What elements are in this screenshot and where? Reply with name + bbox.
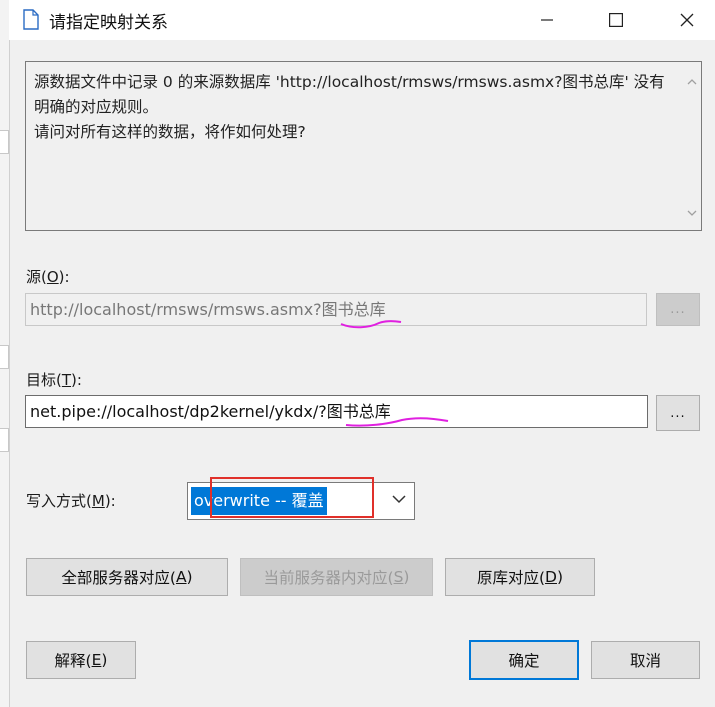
chevron-down-icon[interactable] bbox=[392, 495, 406, 504]
message-scrollbar[interactable] bbox=[683, 62, 701, 230]
cancel-button[interactable]: 取消 bbox=[591, 641, 700, 679]
message-text: 源数据文件中记录 0 的来源数据库 'http://localhost/rmsw… bbox=[34, 73, 665, 141]
minimize-button[interactable] bbox=[519, 0, 574, 40]
write-mode-label: 写入方式(M): bbox=[26, 492, 116, 510]
title-bar[interactable]: 请指定映射关系 bbox=[9, 0, 715, 40]
target-browse-button[interactable]: ... bbox=[656, 395, 700, 431]
original-db-button[interactable]: 原库对应(D) bbox=[445, 558, 595, 596]
document-icon bbox=[23, 9, 39, 30]
annotation-highlight-box bbox=[210, 477, 374, 518]
explain-button[interactable]: 解释(E) bbox=[26, 641, 136, 679]
all-servers-button[interactable]: 全部服务器对应(A) bbox=[26, 558, 228, 596]
background-fragment bbox=[0, 345, 9, 369]
message-textbox[interactable]: 源数据文件中记录 0 的来源数据库 'http://localhost/rmsw… bbox=[25, 61, 702, 231]
target-input[interactable]: net.pipe://localhost/dp2kernel/ykdx/?图书总… bbox=[25, 395, 648, 428]
window-title: 请指定映射关系 bbox=[49, 13, 168, 33]
maximize-button[interactable] bbox=[588, 0, 643, 40]
background-window-edge bbox=[0, 0, 10, 707]
minimize-icon bbox=[540, 19, 553, 21]
background-fragment bbox=[0, 428, 9, 452]
maximize-icon bbox=[608, 13, 623, 27]
target-label: 目标(T): bbox=[26, 371, 82, 389]
source-label: 源(O): bbox=[26, 268, 70, 286]
background-fragment bbox=[0, 130, 9, 154]
current-server-button[interactable]: 当前服务器内对应(S) bbox=[240, 558, 433, 596]
annotation-underline bbox=[345, 417, 449, 427]
close-icon bbox=[680, 13, 693, 27]
ok-button[interactable]: 确定 bbox=[469, 640, 579, 680]
chevron-down-icon[interactable] bbox=[687, 210, 697, 217]
source-browse-button[interactable]: ... bbox=[656, 293, 700, 326]
chevron-up-icon[interactable] bbox=[687, 78, 697, 85]
close-button[interactable] bbox=[659, 0, 714, 40]
annotation-underline bbox=[340, 320, 402, 329]
